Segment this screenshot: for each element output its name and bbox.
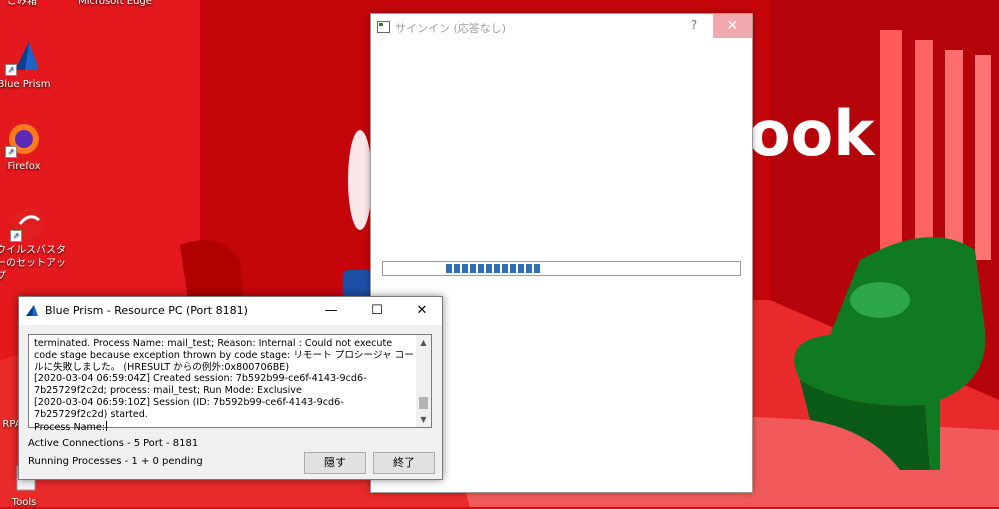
log-textbox[interactable]: terminated. Process Name: mail_test; Rea… — [28, 334, 432, 433]
progress-segment — [518, 264, 524, 273]
active-connections: Active Connections - 5 — [28, 438, 141, 449]
blueprism-titlebar[interactable]: Blue Prism - Resource PC (Port 8181) — ☐… — [19, 297, 442, 325]
blueprism-title: Blue Prism - Resource PC (Port 8181) — [45, 304, 248, 317]
port-label: Port - 8181 — [143, 438, 199, 449]
scroll-thumb[interactable] — [419, 397, 428, 409]
progress-fill — [446, 264, 540, 273]
tools-label: Tools — [11, 497, 37, 508]
minimize-button[interactable]: — — [311, 300, 351, 322]
exit-button[interactable]: 終了 — [373, 452, 435, 474]
blue-prism-label: Blue Prism — [0, 79, 51, 90]
desktop-icon-virusbuster[interactable]: ↗ ウイルスバスターのセットアップ — [0, 206, 68, 283]
signin-progress-bar — [382, 261, 741, 276]
progress-segment — [502, 264, 508, 273]
hide-button[interactable]: 隠す — [304, 452, 366, 474]
log-scrollbar[interactable]: ▲ ▼ — [416, 335, 431, 427]
progress-segment — [510, 264, 516, 273]
text-caret — [105, 420, 107, 431]
progress-segment — [462, 264, 468, 273]
progress-segment — [526, 264, 532, 273]
virusbuster-icon: ↗ — [10, 206, 46, 242]
firefox-label: Firefox — [7, 161, 41, 172]
progress-segment — [534, 264, 540, 273]
desktop-icon-blue-prism[interactable]: ↗ Blue Prism — [0, 40, 54, 91]
virusbuster-label: ウイルスバスターのセットアップ — [0, 245, 66, 282]
edge-label: Microsoft Edge — [78, 0, 152, 7]
close-button[interactable]: ✕ — [402, 300, 442, 322]
desktop-icon-firefox[interactable]: ↗ Firefox — [0, 122, 54, 173]
signin-titlebar[interactable]: サインイン (応答なし) ? ✕ — [371, 14, 752, 40]
running-processes: Running Processes - 1 + 0 pending — [28, 456, 203, 467]
progress-segment — [494, 264, 500, 273]
signin-close-button[interactable]: ✕ — [713, 14, 752, 38]
recycle-bin-label: ごみ箱 — [7, 0, 37, 7]
progress-segment — [470, 264, 476, 273]
progress-segment — [486, 264, 492, 273]
log-text: terminated. Process Name: mail_test; Rea… — [34, 338, 414, 433]
signin-title: サインイン (応答なし) — [395, 22, 507, 35]
progress-segment — [478, 264, 484, 273]
maximize-button[interactable]: ☐ — [357, 300, 397, 322]
help-button[interactable]: ? — [685, 18, 703, 32]
wallpaper-text: ook — [748, 97, 876, 170]
firefox-icon: ↗ — [5, 122, 41, 158]
desktop-icon-edge[interactable]: Microsoft Edge — [70, 0, 160, 8]
scroll-up-icon[interactable]: ▲ — [416, 335, 431, 350]
blue-prism-icon — [25, 304, 39, 318]
scroll-down-icon[interactable]: ▼ — [416, 412, 431, 427]
blue-prism-icon: ↗ — [5, 40, 41, 76]
desktop-icon-recycle-bin[interactable]: ごみ箱 — [0, 0, 52, 8]
progress-segment — [446, 264, 452, 273]
progress-segment — [454, 264, 460, 273]
window-app-icon — [377, 21, 390, 33]
blueprism-window[interactable]: Blue Prism - Resource PC (Port 8181) — ☐… — [18, 296, 443, 480]
